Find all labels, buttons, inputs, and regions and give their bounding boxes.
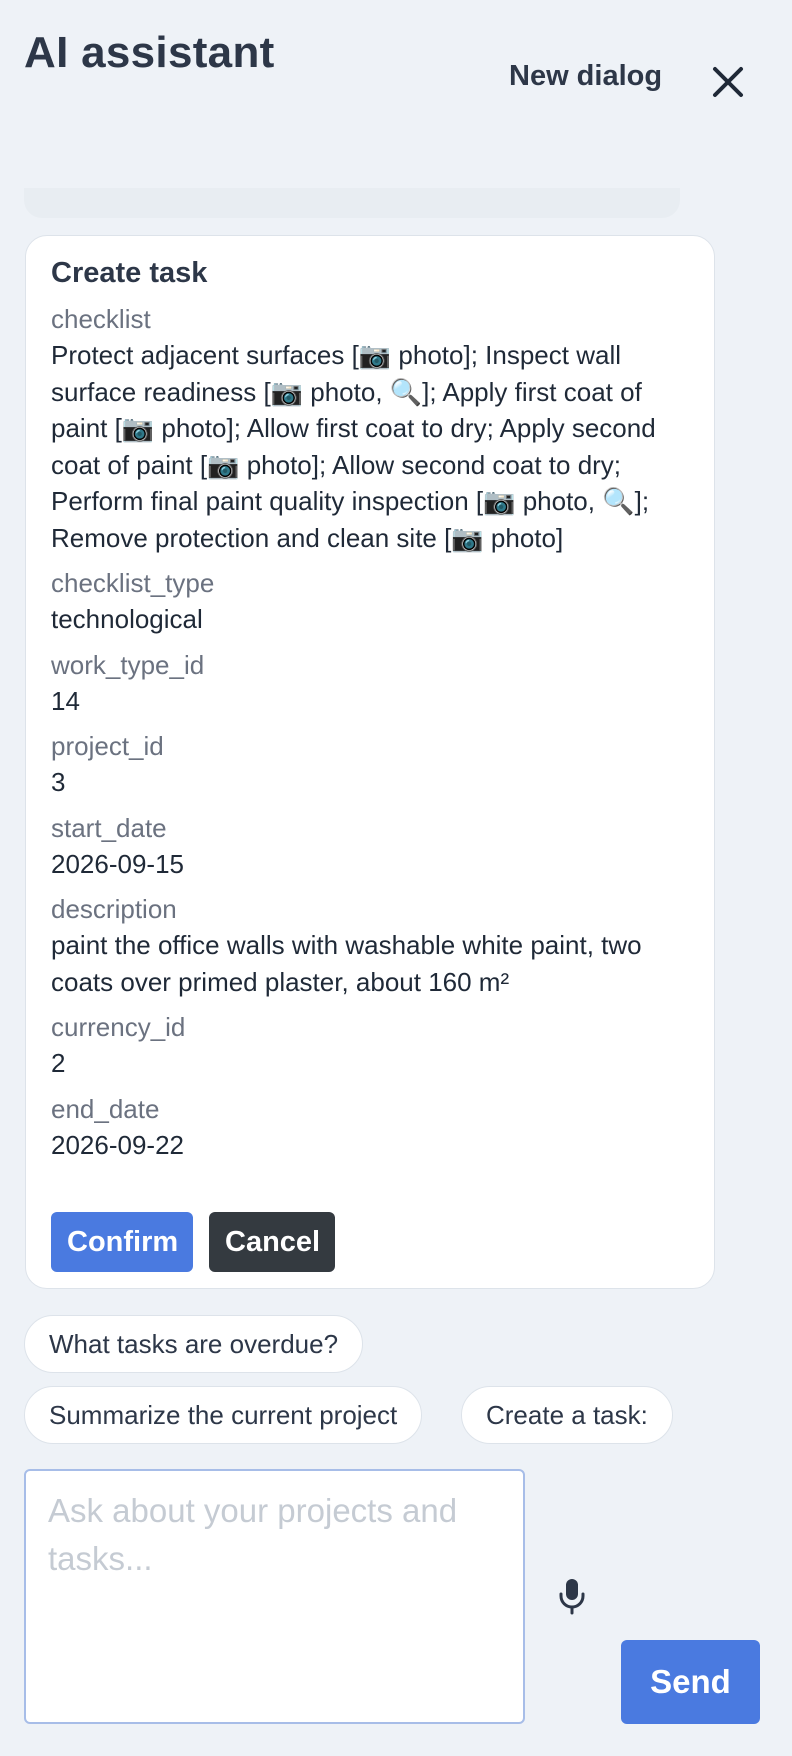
field-value-work-type-id: 14 (51, 685, 80, 716)
field-value-currency-id: 2 (51, 1048, 66, 1078)
create-task-card: Create task checklist Protect adjacent s… (25, 235, 715, 1289)
field-label-currency-id: currency_id (51, 1012, 186, 1042)
field-label-checklist: checklist (51, 304, 151, 334)
new-dialog-button[interactable]: New dialog (509, 60, 662, 93)
field-value-end-date: 2026-09-22 (51, 1129, 184, 1160)
microphone-icon (559, 1579, 585, 1615)
panel-title: AI assistant (24, 28, 275, 77)
field-value-checklist: Protect adjacent surfaces [📷 photo]; Ins… (51, 340, 656, 553)
field-value-project-id: 3 (51, 767, 66, 797)
field-label-start-date: start_date (51, 812, 167, 843)
suggestion-chip-overdue[interactable]: What tasks are overdue? (24, 1315, 364, 1373)
send-button[interactable]: Send (621, 1640, 760, 1724)
confirm-button[interactable]: Confirm (51, 1212, 193, 1272)
previous-message-bubble (24, 188, 680, 218)
card-actions: Confirm Cancel (51, 1212, 335, 1272)
field-label-project-id: project_id (51, 731, 164, 761)
field-value-checklist-type: technological (51, 604, 203, 634)
assistant-panel: AI assistant New dialog Create task chec… (0, 0, 792, 1756)
close-icon (713, 67, 743, 97)
card-title: Create task (51, 257, 208, 289)
field-label-work-type-id: work_type_id (51, 649, 205, 680)
field-value-description: paint the office walls with washable whi… (51, 930, 642, 997)
field-label-description: description (51, 894, 177, 924)
suggestion-chip-create-task[interactable]: Create a task: (461, 1386, 673, 1444)
suggestion-chip-summarize[interactable]: Summarize the current project (24, 1386, 423, 1444)
cancel-button[interactable]: Cancel (209, 1212, 335, 1272)
close-button[interactable] (706, 60, 750, 104)
field-label-end-date: end_date (51, 1093, 160, 1124)
message-input[interactable] (24, 1469, 525, 1724)
field-value-start-date: 2026-09-15 (51, 848, 184, 879)
field-label-checklist-type: checklist_type (51, 568, 215, 598)
microphone-button[interactable] (556, 1576, 588, 1616)
